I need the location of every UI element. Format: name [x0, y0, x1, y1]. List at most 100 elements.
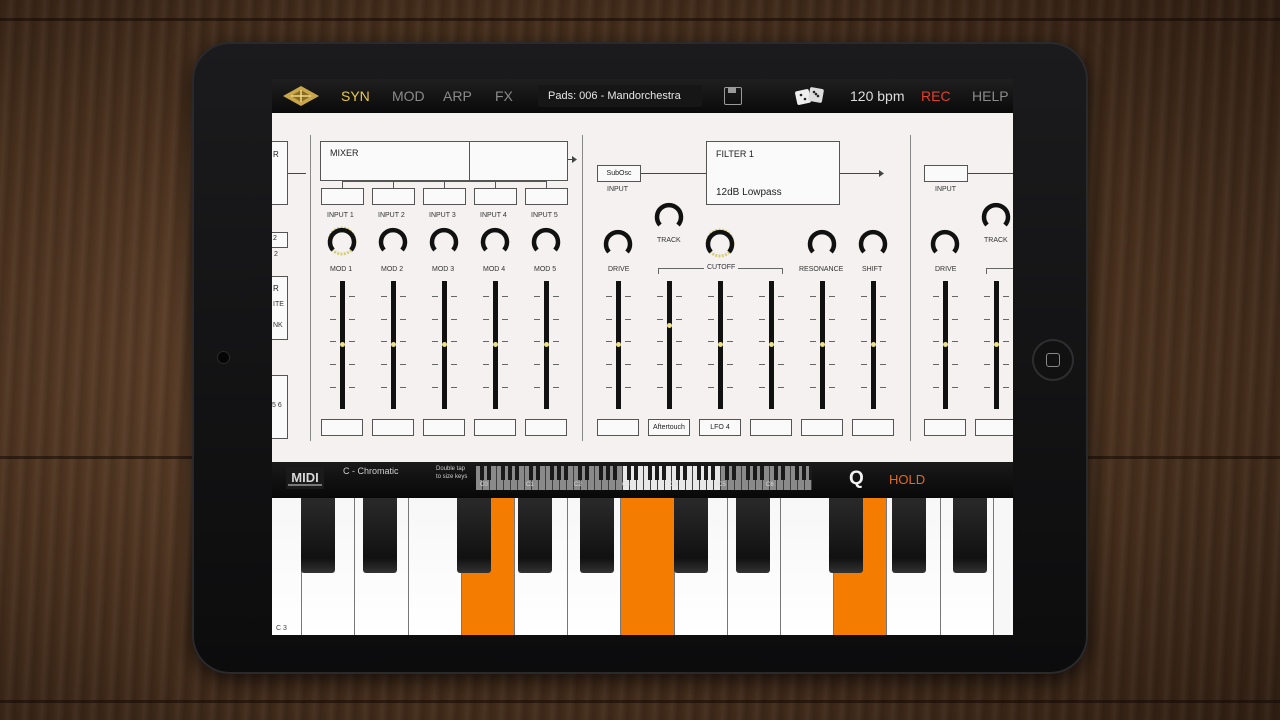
white-key[interactable] [408, 498, 462, 635]
mod-slot[interactable] [924, 419, 966, 436]
mixer-input-box[interactable] [474, 188, 517, 205]
fader-handle[interactable] [616, 342, 621, 347]
tab-syn[interactable]: SYN [341, 88, 370, 104]
knob[interactable] [858, 228, 888, 258]
knob[interactable] [930, 228, 960, 258]
knob[interactable] [531, 226, 561, 256]
white-key[interactable] [781, 498, 835, 635]
black-key[interactable] [829, 498, 863, 573]
black-key[interactable] [301, 498, 335, 573]
mod-slot[interactable] [852, 419, 894, 436]
fader-track[interactable] [442, 281, 447, 409]
fader-tick [676, 319, 682, 320]
left-mode-option[interactable]: NK [273, 322, 283, 329]
mixer-input-box[interactable] [423, 188, 466, 205]
rec-button[interactable]: REC [921, 88, 951, 104]
mixer-input-label: INPUT 1 [327, 212, 354, 219]
filter2-input-box[interactable] [924, 165, 968, 182]
black-key[interactable] [892, 498, 926, 573]
knob[interactable] [981, 201, 1011, 231]
fader-track[interactable] [667, 281, 672, 409]
tab-fx[interactable]: FX [495, 88, 513, 104]
black-key[interactable] [457, 498, 491, 573]
black-key[interactable] [674, 498, 708, 573]
knob[interactable] [807, 228, 837, 258]
mod-slot[interactable] [423, 419, 465, 436]
mod-slot[interactable] [597, 419, 639, 436]
fader-handle[interactable] [769, 342, 774, 347]
filter-input-box[interactable]: SubOsc [597, 165, 641, 182]
knob[interactable] [705, 228, 735, 258]
filter1-type[interactable]: 12dB Lowpass [716, 187, 782, 198]
scale-selector[interactable]: C - Chromatic [343, 466, 399, 476]
fader-tick [330, 296, 336, 297]
mixer-input-box[interactable] [321, 188, 364, 205]
mod-slot[interactable] [525, 419, 567, 436]
fader-handle[interactable] [718, 342, 723, 347]
fader-track[interactable] [616, 281, 621, 409]
fader-track[interactable] [994, 281, 999, 409]
fader-handle[interactable] [667, 323, 672, 328]
fader-track[interactable] [820, 281, 825, 409]
knob[interactable] [603, 228, 633, 258]
fader-track[interactable] [391, 281, 396, 409]
mixer-input-box[interactable] [525, 188, 568, 205]
white-key[interactable] [621, 498, 675, 635]
knob[interactable] [480, 226, 510, 256]
black-key[interactable] [736, 498, 770, 573]
black-key[interactable] [363, 498, 397, 573]
left-mode-option[interactable]: ITE [273, 301, 284, 308]
fader-handle[interactable] [544, 342, 549, 347]
mod-slot[interactable] [975, 419, 1013, 436]
mod-slot[interactable] [372, 419, 414, 436]
fader-handle[interactable] [994, 342, 999, 347]
piano-keyboard[interactable]: C 3 [272, 498, 1013, 635]
black-key[interactable] [580, 498, 614, 573]
white-key[interactable] [272, 498, 303, 635]
quantize-button[interactable]: Q [849, 468, 864, 490]
fader-track[interactable] [871, 281, 876, 409]
knob[interactable] [327, 226, 357, 256]
mod-slot[interactable] [750, 419, 792, 436]
fader-handle[interactable] [493, 342, 498, 347]
mod-slot[interactable] [801, 419, 843, 436]
fader-handle[interactable] [340, 342, 345, 347]
mod-slot[interactable]: Aftertouch [648, 419, 690, 436]
mixer-input-box[interactable] [372, 188, 415, 205]
help-button[interactable]: HELP [972, 88, 1009, 104]
fader-tick [759, 341, 765, 342]
keyboard-bar: MIDI C - Chromatic Double tap to size ke… [272, 462, 1013, 498]
knob[interactable] [429, 226, 459, 256]
fader-handle[interactable] [391, 342, 396, 347]
mod-slot[interactable]: LFO 4 [699, 419, 741, 436]
home-button[interactable] [1032, 339, 1074, 381]
fader-track[interactable] [544, 281, 549, 409]
mod-slot[interactable] [321, 419, 363, 436]
knob[interactable] [378, 226, 408, 256]
tab-mod[interactable]: MOD [392, 88, 425, 104]
patch-selector[interactable]: Pads: 006 - Mandorchestra (hg) [538, 85, 702, 124]
randomize-dice-icon[interactable] [794, 85, 826, 107]
fader-handle[interactable] [871, 342, 876, 347]
fader-track[interactable] [769, 281, 774, 409]
fader-tick [502, 319, 508, 320]
fader-track[interactable] [493, 281, 498, 409]
tab-arp[interactable]: ARP [443, 88, 472, 104]
black-key[interactable] [953, 498, 987, 573]
fader-handle[interactable] [943, 342, 948, 347]
fader-handle[interactable] [820, 342, 825, 347]
fader-track[interactable] [340, 281, 345, 409]
fader-tick [606, 296, 612, 297]
knob[interactable] [654, 201, 684, 231]
tempo-display[interactable]: 120 bpm [850, 88, 904, 104]
keyboard-range-overview[interactable]: C0 C1 C2 C3 C4 C5 C6 [476, 466, 812, 490]
fader-track[interactable] [943, 281, 948, 409]
black-key[interactable] [518, 498, 552, 573]
midi-logo-icon[interactable]: MIDI [286, 467, 324, 489]
fader-handle[interactable] [442, 342, 447, 347]
mod-slot[interactable] [474, 419, 516, 436]
app-logo-icon[interactable] [282, 85, 320, 107]
save-icon[interactable] [724, 87, 742, 105]
fader-track[interactable] [718, 281, 723, 409]
hold-button[interactable]: HOLD [889, 472, 925, 487]
